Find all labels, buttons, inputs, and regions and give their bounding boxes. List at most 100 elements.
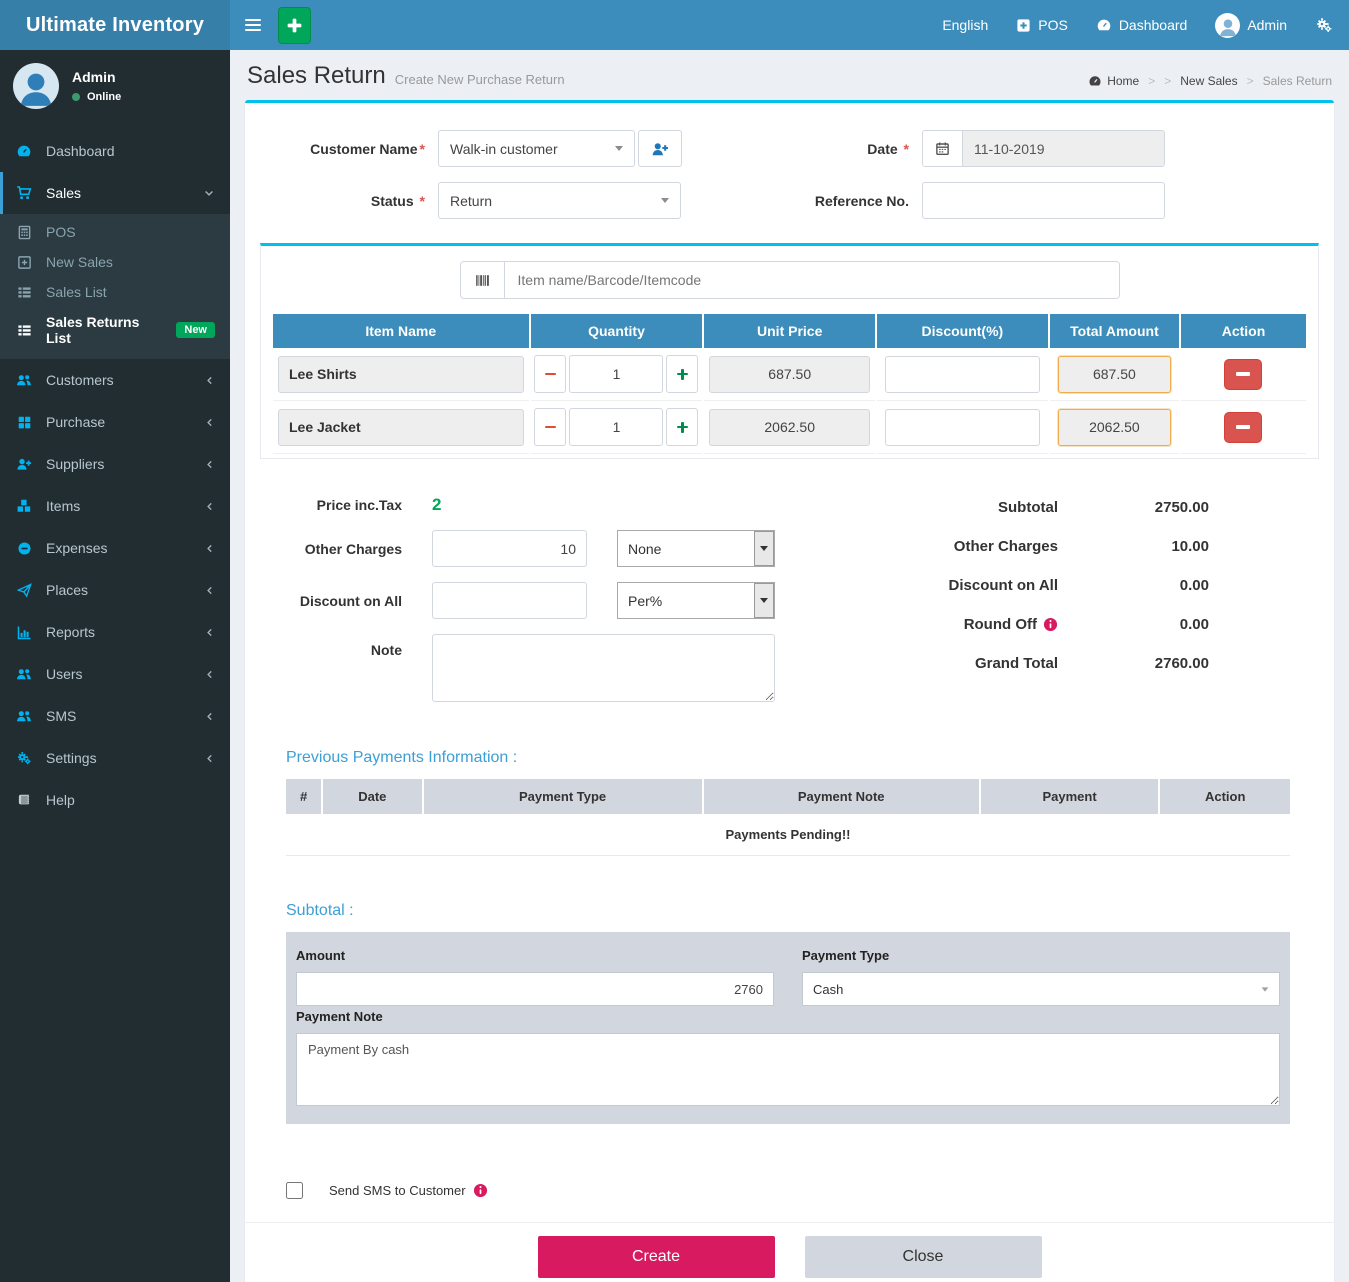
sidebar-item-reports[interactable]: Reports [0, 611, 230, 653]
sidebar-item-help[interactable]: Help [0, 779, 230, 821]
status-field: Status * Return [255, 182, 810, 219]
sidebar-item-new-sales[interactable]: New Sales [0, 247, 230, 277]
gears-icon [1315, 16, 1333, 34]
add-customer-button[interactable] [638, 130, 682, 167]
other-charges-total-row: Other Charges 10.00 [907, 538, 1209, 555]
info-icon[interactable] [473, 1183, 488, 1198]
quick-add-button[interactable] [278, 7, 311, 44]
chevron-down-icon [615, 146, 623, 151]
speedometer-icon [1088, 74, 1102, 88]
sidebar-item-sales[interactable]: Sales [0, 172, 230, 214]
total-amount-value: 2062.50 [1058, 409, 1171, 446]
divider [245, 1222, 1334, 1223]
payment-note-textarea[interactable]: Payment By cash [296, 1033, 1280, 1106]
sidebar-item-items[interactable]: Items [0, 485, 230, 527]
payment-type-select[interactable]: Cash [802, 972, 1280, 1006]
sms-row: Send SMS to Customer [286, 1182, 1334, 1199]
sidebar-item-customers[interactable]: Customers [0, 359, 230, 401]
sidebar-item-purchase[interactable]: Purchase [0, 401, 230, 443]
total-amount-value: 687.50 [1058, 356, 1171, 393]
app-logo[interactable]: Ultimate Inventory [0, 0, 230, 50]
speedometer-icon [15, 143, 33, 159]
round-off-value: 0.00 [1058, 616, 1209, 633]
previous-payments-section: Previous Payments Information : # Date P… [286, 749, 1290, 856]
decrease-qty-button[interactable] [534, 408, 566, 446]
user-menu[interactable]: Admin [1215, 13, 1287, 38]
sidebar-item-places[interactable]: Places [0, 569, 230, 611]
date-value: 11-10-2019 [963, 131, 1164, 166]
item-search-input[interactable] [505, 262, 1119, 298]
breadcrumb: Home > > New Sales > Sales Return [1088, 74, 1332, 88]
sidebar-item-expenses[interactable]: Expenses [0, 527, 230, 569]
sidebar-item-users[interactable]: Users [0, 653, 230, 695]
reference-field: Reference No. [810, 182, 1324, 219]
sidebar-user-panel: Admin Online [0, 50, 230, 124]
send-sms-label: Send SMS to Customer [329, 1183, 466, 1198]
sidebar-item-settings[interactable]: Settings [0, 737, 230, 779]
send-sms-checkbox[interactable] [286, 1182, 303, 1199]
charges-form: Price inc.Tax 2 Other Charges None [285, 495, 775, 717]
sidebar-item-sales-returns-list[interactable]: Sales Returns List New [0, 307, 230, 353]
required-mark: * [904, 141, 909, 157]
sidebar-item-pos[interactable]: POS [0, 217, 230, 247]
create-button[interactable]: Create [538, 1236, 775, 1278]
note-textarea[interactable] [432, 634, 775, 702]
main-layout: Admin Online Dashboard [0, 50, 1349, 1282]
sidebar-item-sales-list[interactable]: Sales List [0, 277, 230, 307]
list-icon [15, 285, 33, 300]
avatar [1215, 13, 1240, 38]
sidebar-item-sms[interactable]: SMS [0, 695, 230, 737]
pos-link[interactable]: POS [1016, 17, 1068, 33]
required-mark: * [420, 193, 425, 209]
discount-type-select[interactable]: Per% [617, 582, 775, 619]
quantity-input[interactable] [569, 355, 663, 393]
breadcrumb-home-link[interactable]: Home [1088, 74, 1139, 88]
decrease-qty-button[interactable] [534, 355, 566, 393]
amount-input[interactable] [296, 972, 774, 1006]
payments-pending-message: Payments Pending!! [286, 814, 1290, 856]
info-icon[interactable] [1043, 617, 1058, 632]
dashboard-link[interactable]: Dashboard [1096, 17, 1188, 33]
customer-label: Customer Name* [255, 141, 438, 157]
page-subtitle: Create New Purchase Return [395, 72, 565, 87]
online-dot-icon [72, 93, 80, 101]
col-total-amount: Total Amount [1050, 314, 1179, 348]
customer-select[interactable]: Walk-in customer [438, 130, 635, 167]
reference-input[interactable] [922, 182, 1165, 219]
discount-on-all-input[interactable] [432, 582, 587, 619]
breadcrumb-new-sales-link[interactable]: New Sales [1180, 74, 1237, 88]
discount-input[interactable] [885, 356, 1040, 393]
col-item-name: Item Name [273, 314, 529, 348]
increase-qty-button[interactable] [666, 408, 698, 446]
plus-icon [677, 369, 688, 380]
settings-menu[interactable] [1315, 16, 1333, 34]
sidebar-item-dashboard[interactable]: Dashboard [0, 130, 230, 172]
discount-total-value: 0.00 [1058, 577, 1209, 594]
table-row: Lee Jacket 2062.50 [273, 401, 1306, 454]
breadcrumb-separator: > [1247, 74, 1254, 88]
cart-icon [15, 185, 33, 201]
other-charges-type-select[interactable]: None [617, 530, 775, 567]
sales-return-panel: Customer Name* Walk-in customer [245, 100, 1334, 1282]
bar-chart-icon [15, 625, 33, 640]
minus-icon [545, 426, 556, 429]
barcode-icon [461, 262, 505, 298]
remove-item-button[interactable] [1224, 359, 1262, 390]
status-select[interactable]: Return [438, 182, 681, 219]
sidebar-item-label: Expenses [46, 540, 107, 556]
sidebar-toggle-button[interactable] [230, 0, 276, 50]
remove-item-button[interactable] [1224, 412, 1262, 443]
sidebar-item-suppliers[interactable]: Suppliers [0, 443, 230, 485]
discount-input[interactable] [885, 409, 1040, 446]
language-menu[interactable]: English [942, 17, 988, 33]
discount-total-label: Discount on All [907, 577, 1058, 594]
other-charges-input[interactable] [432, 530, 587, 567]
close-button[interactable]: Close [805, 1236, 1042, 1278]
sidebar: Admin Online Dashboard [0, 50, 230, 1282]
col-discount: Discount(%) [877, 314, 1048, 348]
increase-qty-button[interactable] [666, 355, 698, 393]
date-input[interactable]: 11-10-2019 [922, 130, 1165, 167]
charges-area: Price inc.Tax 2 Other Charges None [285, 495, 1209, 717]
quantity-input[interactable] [569, 408, 663, 446]
language-label: English [942, 17, 988, 33]
